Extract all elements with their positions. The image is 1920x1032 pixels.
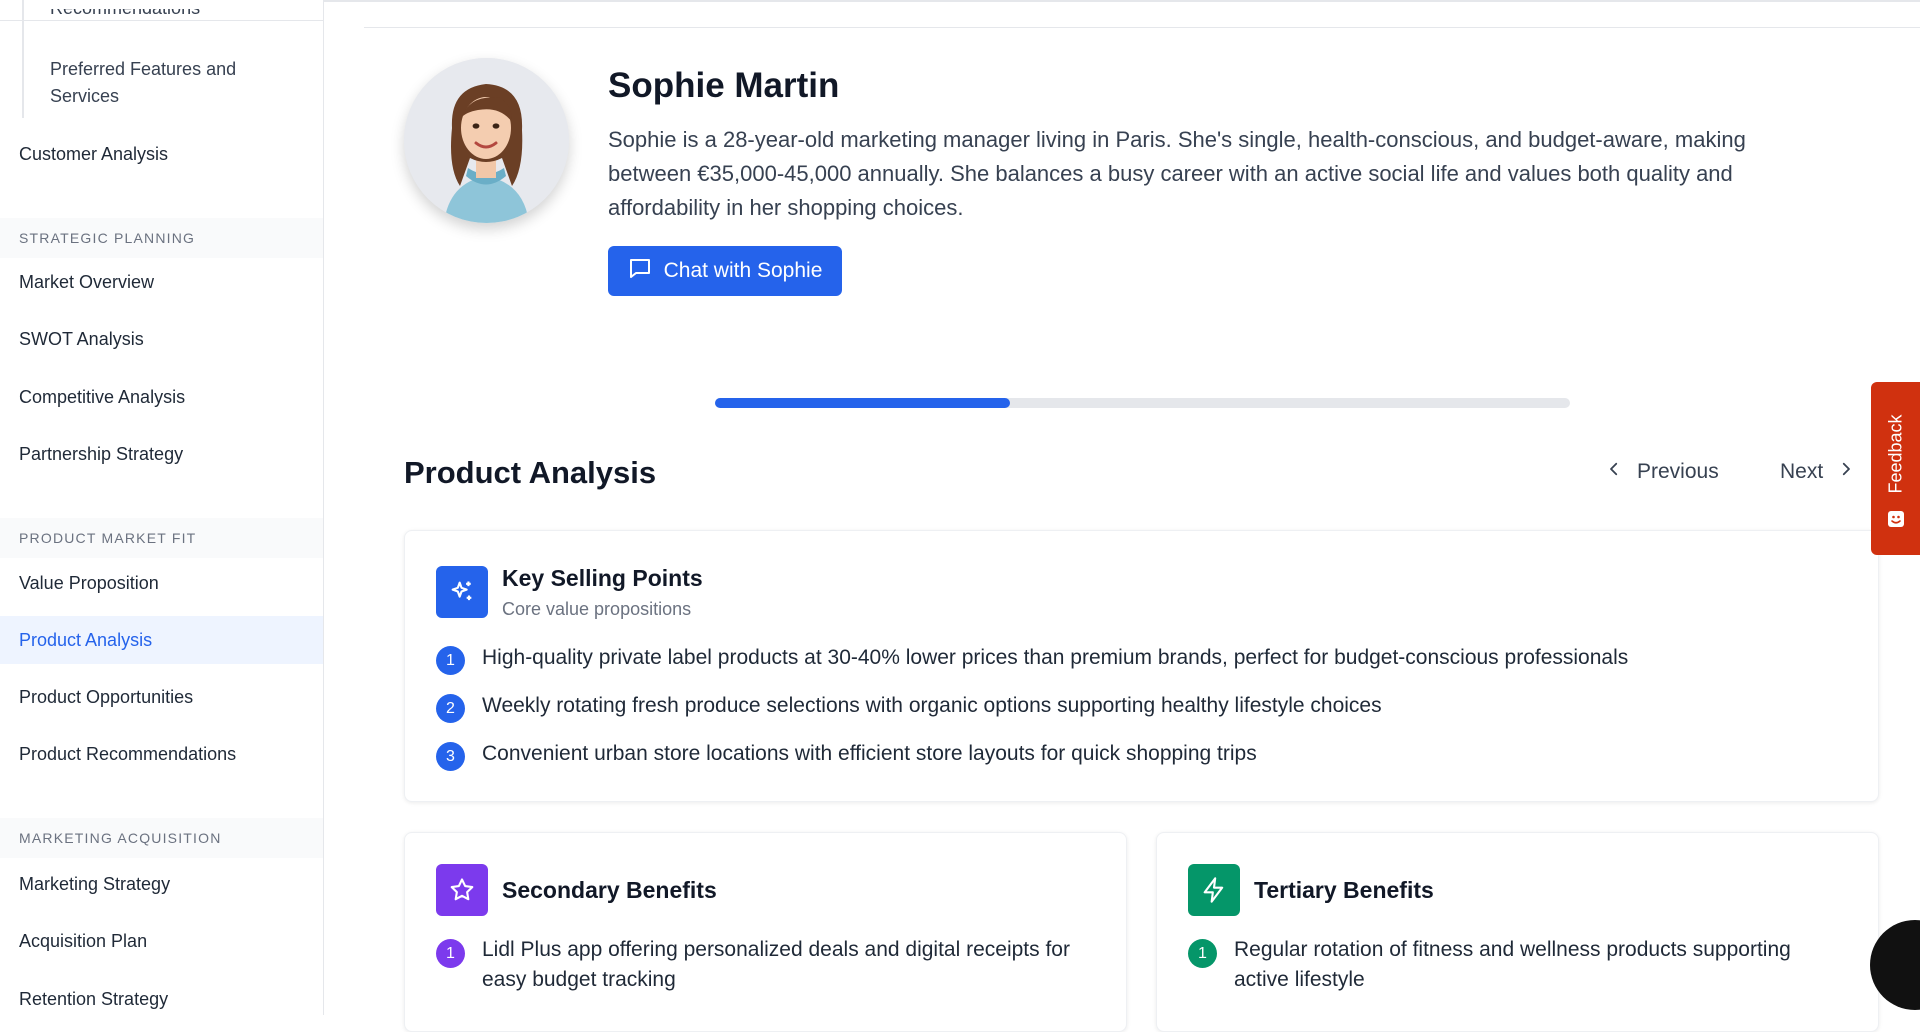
sidebar-item-competitive-analysis[interactable]: Competitive Analysis (19, 385, 185, 409)
sidebar-item-product-opportunities[interactable]: Product Opportunities (19, 685, 193, 709)
list-number: 2 (436, 694, 465, 723)
chat-with-persona-button[interactable]: Chat with Sophie (608, 246, 842, 296)
sidebar-item-marketing-strategy[interactable]: Marketing Strategy (19, 872, 170, 896)
next-button[interactable]: Next (1780, 460, 1855, 484)
sidebar-item-partnership-strategy[interactable]: Partnership Strategy (19, 442, 183, 466)
list-item: Lidl Plus app offering personalized deal… (482, 938, 1070, 991)
list-number: 1 (436, 646, 465, 675)
lightning-icon (1188, 864, 1240, 916)
tertiary-benefits-title: Tertiary Benefits (1254, 877, 1434, 903)
sidebar-subtree-line (22, 0, 24, 118)
previous-button[interactable]: Previous (1605, 460, 1719, 484)
list-item: High-quality private label products at 3… (482, 646, 1629, 669)
list-number: 1 (1188, 939, 1217, 968)
sidebar-section-strategic-planning: Strategic Planning (0, 218, 323, 258)
list-item: Weekly rotating fresh produce selections… (482, 694, 1382, 717)
feedback-label: Feedback (1885, 414, 1905, 494)
section-progress-bar (715, 398, 1570, 408)
sidebar: Recommendations Preferred Features and S… (0, 0, 324, 1015)
chat-bubble-icon (628, 256, 652, 286)
persona-description: Sophie is a 28-year-old marketing manage… (608, 127, 1746, 220)
persona-avatar (404, 58, 569, 223)
sidebar-section-marketing-acquisition: Marketing Acquisition (0, 818, 323, 858)
tertiary-benefits-card: Tertiary Benefits 1 Regular rotation of … (1156, 832, 1879, 1032)
list-item: Convenient urban store locations with ef… (482, 742, 1257, 765)
secondary-benefits-title: Secondary Benefits (502, 877, 717, 903)
smiley-icon (1887, 510, 1905, 528)
content-divider (364, 27, 1920, 28)
secondary-benefits-card: Secondary Benefits 1 Lidl Plus app offer… (404, 832, 1127, 1032)
chevron-right-icon (1837, 460, 1855, 484)
chat-button-label: Chat with Sophie (663, 259, 823, 282)
list-number: 3 (436, 742, 465, 771)
feedback-tab[interactable]: Feedback (1871, 382, 1920, 555)
sidebar-item-product-analysis[interactable]: Product Analysis (0, 616, 323, 664)
sidebar-subitem-preferred-features[interactable]: Preferred Features and Services (50, 56, 310, 110)
sidebar-section-product-market-fit: Product Market Fit (0, 518, 323, 558)
key-selling-points-card: Key Selling Points Core value propositio… (404, 530, 1879, 802)
sidebar-item-retention-strategy[interactable]: Retention Strategy (19, 987, 168, 1011)
section-title: Product Analysis (404, 455, 657, 490)
sidebar-item-swot-analysis[interactable]: SWOT Analysis (19, 327, 144, 351)
list-number: 1 (436, 939, 465, 968)
previous-label: Previous (1637, 460, 1719, 483)
key-selling-points-title: Key Selling Points (502, 565, 703, 591)
sidebar-item-product-recommendations[interactable]: Product Recommendations (19, 742, 236, 766)
progress-fill (715, 398, 1010, 408)
top-border (324, 0, 1920, 2)
persona-name: Sophie Martin (608, 66, 840, 105)
chevron-left-icon (1605, 460, 1623, 484)
sidebar-divider (0, 20, 323, 21)
next-label: Next (1780, 460, 1824, 483)
sidebar-item-value-proposition[interactable]: Value Proposition (19, 571, 159, 595)
sparkles-icon (436, 566, 488, 618)
key-selling-points-subtitle: Core value propositions (502, 599, 692, 619)
sidebar-item-customer-analysis[interactable]: Customer Analysis (19, 142, 168, 166)
sidebar-item-acquisition-plan[interactable]: Acquisition Plan (19, 929, 147, 953)
sidebar-item-market-overview[interactable]: Market Overview (19, 270, 154, 294)
star-icon (436, 864, 488, 916)
list-item: Regular rotation of fitness and wellness… (1234, 938, 1791, 991)
